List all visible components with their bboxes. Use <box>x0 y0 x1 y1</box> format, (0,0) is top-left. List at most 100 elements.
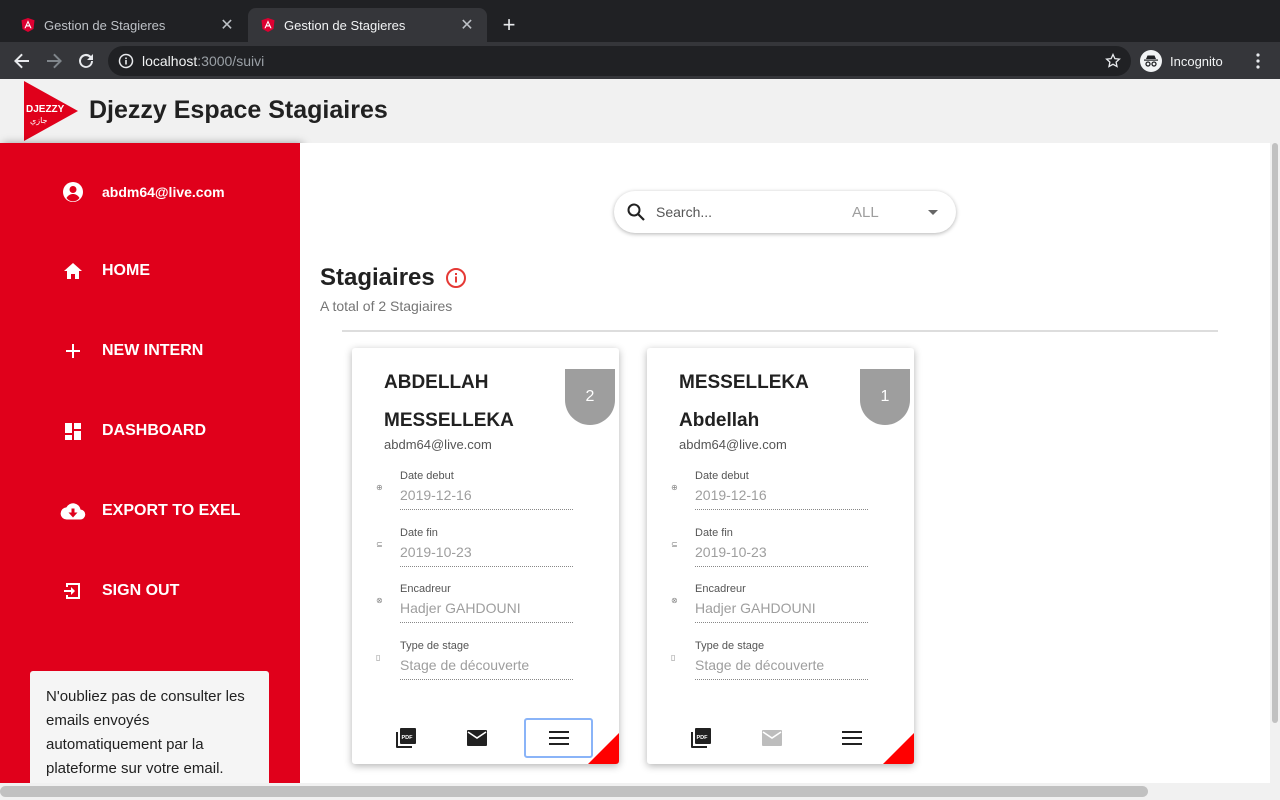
field-label: Date debut <box>695 470 749 482</box>
pdf-button[interactable]: PDF <box>386 720 426 756</box>
address-bar[interactable]: localhost:3000/suivi <box>108 46 1131 76</box>
cloud-download-icon <box>60 498 86 524</box>
card-name-line2: MESSELLEKA <box>384 410 514 431</box>
info-icon[interactable] <box>445 267 467 289</box>
back-arrow-icon[interactable] <box>10 49 34 73</box>
card-name: MESSELLEKA Abdellah <box>679 364 859 440</box>
field-label: Date debut <box>400 470 454 482</box>
card-name-line2: Abdellah <box>679 410 760 431</box>
horizontal-scrollbar-thumb[interactable] <box>0 786 1148 797</box>
calendar-end-icon: ⊆ <box>376 540 383 549</box>
svg-text:PDF: PDF <box>402 735 414 741</box>
sidebar-item-label: EXPORT TO EXEL <box>102 502 241 519</box>
vertical-scrollbar[interactable] <box>1270 143 1280 783</box>
card-name: ABDELLAH MESSELLEKA <box>384 364 564 440</box>
url-host: localhost <box>142 53 198 69</box>
search-bar[interactable]: Search... ALL <box>614 191 956 233</box>
sidebar-item-home[interactable]: HOME <box>60 258 150 284</box>
card-email: abdm64@live.com <box>679 437 787 452</box>
card-name-line1: ABDELLAH <box>384 372 489 393</box>
field-value: Hadjer GAHDOUNI <box>400 600 573 623</box>
field-label: Type de stage <box>695 640 765 652</box>
app-title: Djezzy Espace Stagiaires <box>89 96 388 124</box>
close-tab-icon[interactable]: ✕ <box>219 17 235 34</box>
horizontal-scrollbar[interactable] <box>0 783 1280 800</box>
calendar-icon: ⊕ <box>376 483 383 492</box>
dropdown-arrow-icon[interactable] <box>928 209 938 215</box>
mail-icon <box>762 730 782 746</box>
sidebar-item-export[interactable]: EXPORT TO EXEL <box>60 498 240 524</box>
briefcase-icon: ▯ <box>376 653 381 662</box>
card-actions: PDF <box>352 718 619 760</box>
info-circle-icon[interactable] <box>118 53 134 69</box>
mail-icon <box>467 730 487 746</box>
hamburger-menu-icon <box>548 731 569 745</box>
sidebar-user-email: abdm64@live.com <box>102 184 225 200</box>
browser-toolbar: localhost:3000/suivi Incognito <box>0 42 1280 79</box>
card-menu-button[interactable] <box>832 720 872 756</box>
card-menu-button[interactable] <box>524 718 593 758</box>
sidebar-item-new-intern[interactable]: NEW INTERN <box>60 338 203 364</box>
close-tab-icon[interactable]: ✕ <box>459 17 475 34</box>
field-value: Stage de découverte <box>695 657 868 680</box>
tab-title: Gestion de Stagieres <box>44 17 166 33</box>
search-icon <box>627 203 645 221</box>
reload-icon[interactable] <box>74 49 98 73</box>
home-icon <box>60 258 86 284</box>
djezzy-logo[interactable]: DJEZZY جازي <box>24 81 78 141</box>
account-circle-icon <box>60 179 86 205</box>
forward-arrow-icon[interactable] <box>42 49 66 73</box>
browser-tab-1[interactable]: Gestion de Stagieres ✕ <box>8 8 247 42</box>
send-email-button[interactable] <box>457 720 497 756</box>
pdf-icon: PDF <box>691 728 711 748</box>
plus-icon <box>60 338 86 364</box>
new-tab-icon[interactable]: + <box>498 14 520 36</box>
incognito-label: Incognito <box>1170 53 1223 69</box>
card-actions: PDF <box>647 718 914 760</box>
sidebar: abdm64@live.com HOME NEW INTERN DASHBOAR… <box>0 143 300 800</box>
card-badge: 1 <box>860 369 910 425</box>
search-input[interactable]: Search... <box>656 204 852 220</box>
sidebar-item-label: NEW INTERN <box>102 342 204 359</box>
pdf-icon: PDF <box>396 728 416 748</box>
calendar-icon: ⊕ <box>671 483 678 492</box>
main-content: Search... ALL Stagiaires A total of 2 St… <box>300 143 1280 783</box>
svg-text:جازي: جازي <box>30 116 48 125</box>
svg-text:DJEZZY: DJEZZY <box>26 104 65 115</box>
field-value: 2019-10-23 <box>695 544 868 567</box>
sidebar-item-label: HOME <box>102 262 150 279</box>
filter-select[interactable]: ALL <box>852 204 918 221</box>
angular-favicon-icon <box>261 18 275 32</box>
browser-tab-bar: Gestion de Stagieres ✕ Gestion de Stagie… <box>0 0 1280 42</box>
card-corner-flag <box>588 733 619 764</box>
send-email-button[interactable] <box>752 720 792 756</box>
pdf-button[interactable]: PDF <box>681 720 721 756</box>
field-label: Date fin <box>400 527 438 539</box>
card-corner-flag <box>883 733 914 764</box>
bookmark-star-icon[interactable] <box>1105 53 1121 69</box>
briefcase-icon: ▯ <box>671 653 676 662</box>
field-value: 2019-12-16 <box>695 487 868 510</box>
sidebar-item-sign-out[interactable]: SIGN OUT <box>60 578 179 604</box>
browser-tab-2[interactable]: Gestion de Stagieres ✕ <box>248 8 487 42</box>
incognito-indicator[interactable]: Incognito <box>1140 47 1223 75</box>
vertical-scrollbar-thumb[interactable] <box>1272 143 1278 723</box>
intern-card: ABDELLAH MESSELLEKA 2 abdm64@live.com ⊕ … <box>352 348 619 764</box>
tab-title: Gestion de Stagieres <box>284 17 406 33</box>
sidebar-user[interactable]: abdm64@live.com <box>60 179 225 205</box>
card-badge: 2 <box>565 369 615 425</box>
incognito-icon <box>1140 50 1162 72</box>
kebab-menu-icon[interactable] <box>1250 50 1266 72</box>
app-header: DJEZZY جازي Djezzy Espace Stagiaires <box>0 79 1280 143</box>
sidebar-item-dashboard[interactable]: DASHBOARD <box>60 418 206 444</box>
supervisor-icon: ⊗ <box>671 596 678 605</box>
page-title-text: Stagiaires <box>320 264 435 291</box>
url-path: :3000/suivi <box>197 53 265 69</box>
divider <box>342 330 1218 332</box>
page-title: Stagiaires <box>320 264 467 292</box>
field-label: Date fin <box>695 527 733 539</box>
field-label: Encadreur <box>400 583 451 595</box>
intern-card: MESSELLEKA Abdellah 1 abdm64@live.com ⊕ … <box>647 348 914 764</box>
calendar-end-icon: ⊆ <box>671 540 678 549</box>
field-value: 2019-10-23 <box>400 544 573 567</box>
